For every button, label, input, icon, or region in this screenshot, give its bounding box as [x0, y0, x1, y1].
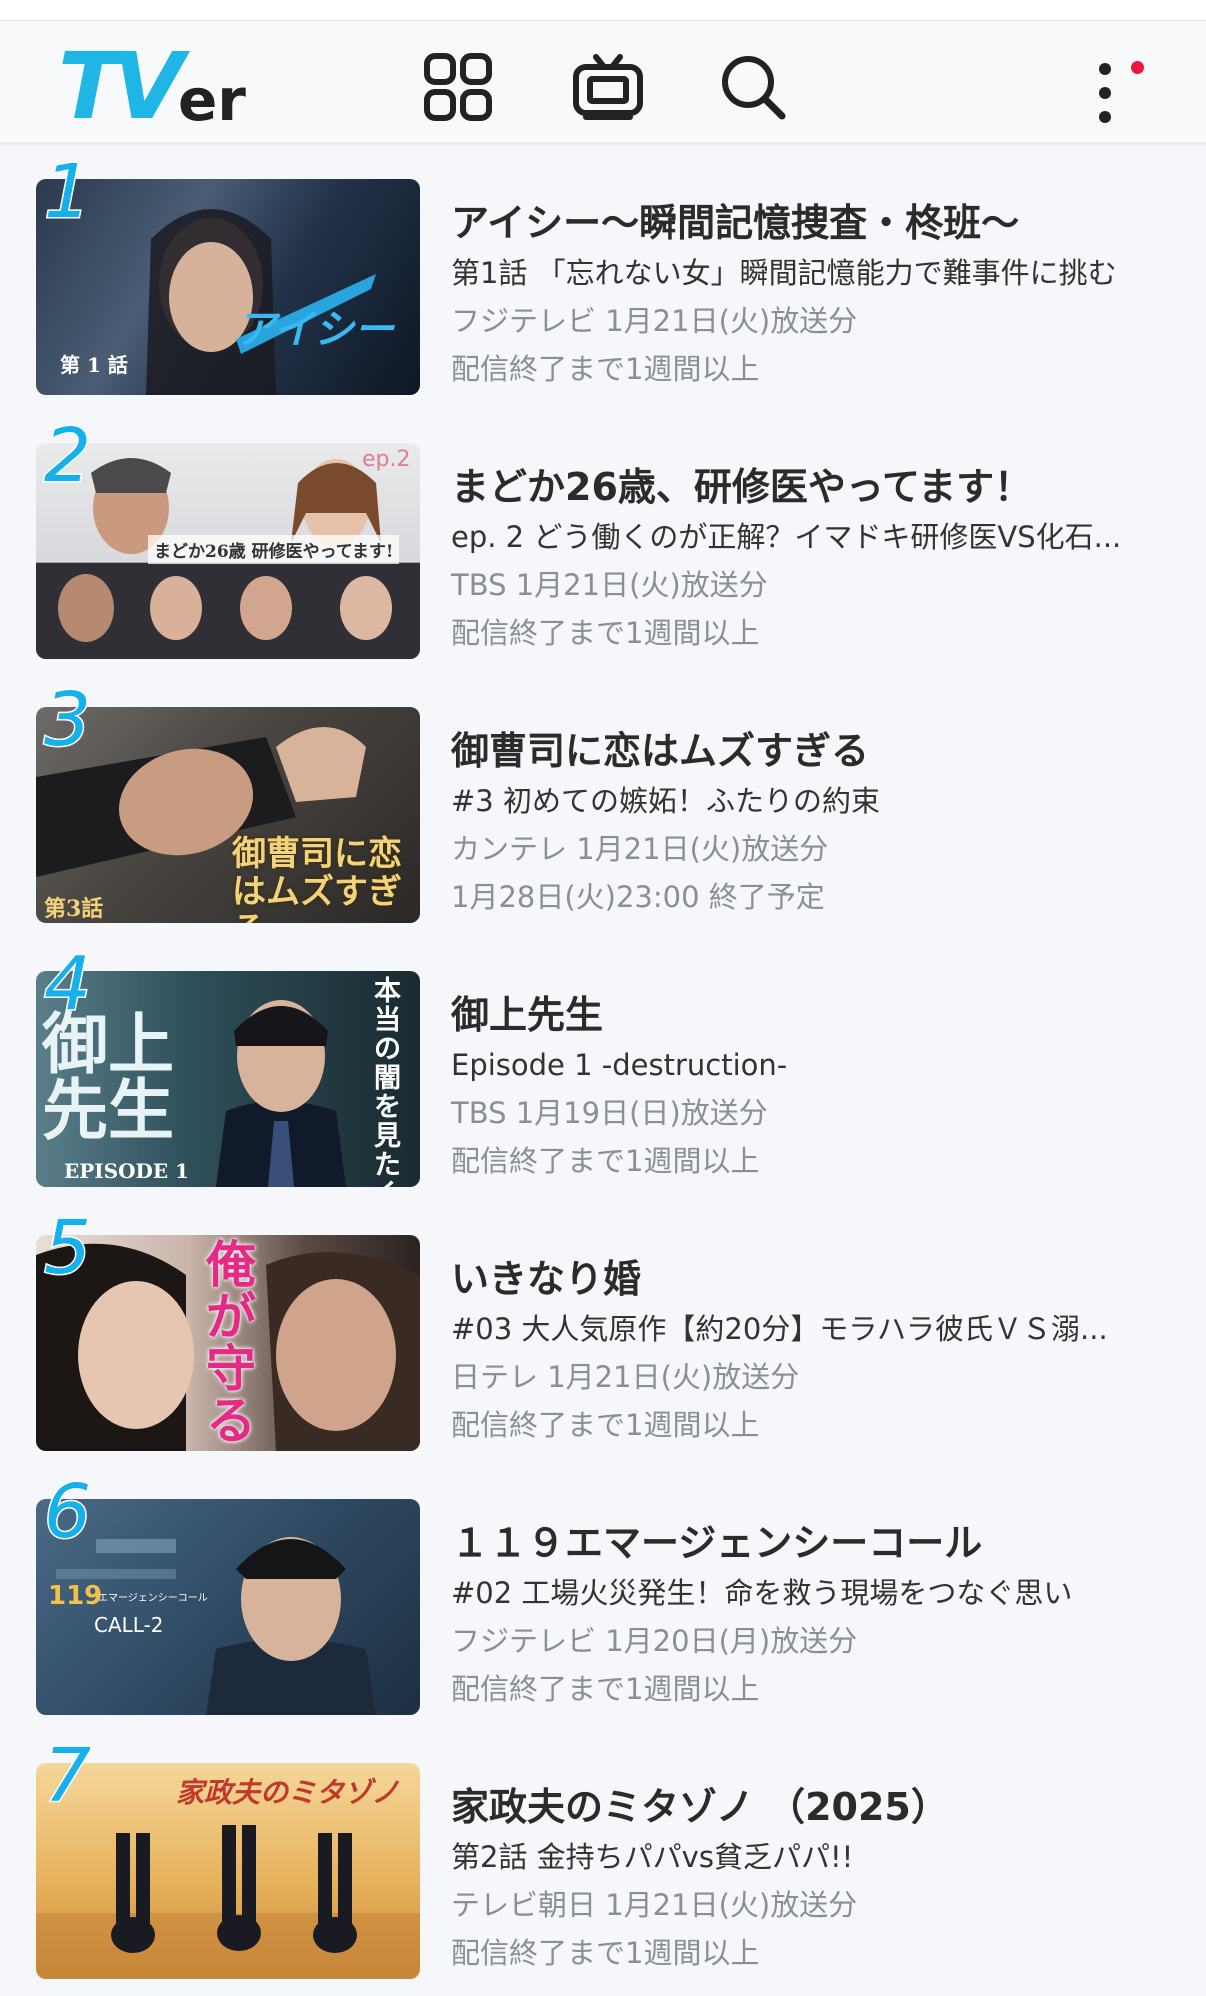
rank-number: 7 — [42, 1733, 92, 1819]
availability-info: 配信終了まで1週間以上 — [451, 616, 760, 650]
item-title[interactable]: 御上先生 — [451, 989, 1171, 1041]
ranking-item[interactable]: 119 エマージェンシーコール CALL-2 6 １１９エマージェンシーコール … — [0, 1467, 1206, 1731]
item-info: アイシー〜瞬間記憶捜査・柊班〜 第1話 「忘れない女」瞬間記憶能力で難事件に挑む… — [451, 197, 1171, 393]
rank-number: 6 — [42, 1469, 92, 1555]
broadcast-info: 日テレ 1月21日(火)放送分 — [451, 1360, 800, 1394]
broadcast-info: フジテレビ 1月20日(月)放送分 — [451, 1624, 858, 1658]
episode-subtitle: #3 初めての嫉妬！ふたりの約束 — [451, 784, 880, 818]
availability-info: 配信終了まで1週間以上 — [451, 352, 760, 386]
item-title[interactable]: アイシー〜瞬間記憶捜査・柊班〜 — [451, 197, 1171, 249]
thumbnail[interactable]: 119 エマージェンシーコール CALL-2 — [36, 1499, 420, 1715]
item-info: 御曹司に恋はムズすぎる #3 初めての嫉妬！ふたりの約束 カンテレ 1月21日(… — [451, 725, 1171, 921]
thumbnail-caption: 家政夫のミタゾノ — [176, 1776, 400, 1809]
thumbnail[interactable]: 御曹司に恋はムズすぎる 第3話 — [36, 707, 420, 923]
thumbnail-caption: 御曹司に恋はムズすぎる — [232, 834, 402, 923]
tv-icon[interactable] — [570, 49, 646, 125]
thumbnail[interactable]: まどか26歳 研修医やってます! ep.2 — [36, 443, 420, 659]
episode-badge: ep.2 — [362, 447, 411, 472]
thumbnail-subcaption: エマージェンシーコール — [98, 1593, 208, 1604]
logo-er-text: er — [177, 66, 246, 134]
thumbnail-caption: 俺が守る — [206, 1236, 256, 1450]
availability-info: 1月28日(火)23:00 終了予定 — [451, 880, 825, 914]
broadcast-info: TBS 1月21日(火)放送分 — [451, 568, 768, 602]
ranking-item[interactable]: 第 1 話 アイシー 1 アイシー〜瞬間記憶捜査・柊班〜 第1話 「忘れない女」… — [0, 147, 1206, 411]
item-title[interactable]: 家政夫のミタゾノ （2025） — [451, 1781, 1171, 1833]
ranking-item[interactable]: 御上先生 EPISODE 1 本当の闇を見たくないか？ 4 御上先生 Episo… — [0, 939, 1206, 1203]
ranking-item[interactable]: 俺が守る 5 いきなり婚 #03 大人気原作【約20分】モラハラ彼氏ＶＳ溺...… — [0, 1203, 1206, 1467]
thumbnail[interactable]: 俺が守る — [36, 1235, 420, 1451]
rank-number: 5 — [42, 1205, 92, 1291]
item-title[interactable]: まどか26歳、研修医やってます！ — [451, 461, 1171, 513]
notification-dot — [1131, 61, 1144, 74]
grid-icon[interactable] — [420, 49, 496, 125]
episode-subtitle: 第2話 金持ちパパvs貧乏パパ!! — [451, 1840, 854, 1874]
tver-logo[interactable]: TV er — [58, 33, 246, 133]
availability-info: 配信終了まで1週間以上 — [451, 1936, 760, 1970]
broadcast-info: TBS 1月19日(日)放送分 — [451, 1096, 768, 1130]
thumbnail-caption: 119 — [48, 1581, 103, 1611]
item-info: １１９エマージェンシーコール #02 工場火災発生！命を救う現場をつなぐ思い フ… — [451, 1517, 1171, 1713]
broadcast-info: フジテレビ 1月21日(火)放送分 — [451, 304, 858, 338]
ranking-item[interactable]: 家政夫のミタゾノ 7 家政夫のミタゾノ （2025） 第2話 金持ちパパvs貧乏… — [0, 1731, 1206, 1995]
rank-number: 3 — [42, 677, 92, 763]
item-title[interactable]: １１９エマージェンシーコール — [451, 1517, 1171, 1569]
thumbnail[interactable]: 家政夫のミタゾノ — [36, 1763, 420, 1979]
item-info: まどか26歳、研修医やってます！ ep. 2 どう働くのが正解？イマドキ研修医V… — [451, 461, 1171, 657]
thumbnail[interactable]: 御上先生 EPISODE 1 本当の闇を見たくないか？ — [36, 971, 420, 1187]
thumbnail-caption: 第 1 話 — [60, 353, 128, 377]
rank-number: 1 — [42, 149, 92, 235]
item-title[interactable]: 御曹司に恋はムズすぎる — [451, 725, 1171, 777]
episode-subtitle: #02 工場火災発生！命を救う現場をつなぐ思い — [451, 1576, 1073, 1610]
broadcast-info: カンテレ 1月21日(火)放送分 — [451, 832, 829, 866]
episode-badge: CALL-2 — [94, 1613, 164, 1637]
thumbnail-caption: まどか26歳 研修医やってます! — [148, 535, 400, 564]
logo-tv-text: TV — [58, 33, 184, 140]
thumbnail-caption: 御上先生 — [42, 1005, 174, 1149]
app-header: TV er — [0, 21, 1206, 145]
ranking-item[interactable]: まどか26歳 研修医やってます! ep.2 2 まどか26歳、研修医やってます！… — [0, 411, 1206, 675]
episode-badge: EPISODE 1 — [64, 1159, 189, 1183]
thumbnail[interactable]: 第 1 話 アイシー — [36, 179, 420, 395]
availability-info: 配信終了まで1週間以上 — [451, 1144, 760, 1178]
item-info: 家政夫のミタゾノ （2025） 第2話 金持ちパパvs貧乏パパ!! テレビ朝日 … — [451, 1781, 1171, 1977]
episode-subtitle: Episode 1 -destruction- — [451, 1048, 788, 1082]
item-title[interactable]: いきなり婚 — [451, 1253, 1171, 1305]
more-vertical-icon[interactable] — [1080, 51, 1130, 131]
episode-subtitle: 第1話 「忘れない女」瞬間記憶能力で難事件に挑む — [451, 256, 1117, 290]
availability-info: 配信終了まで1週間以上 — [451, 1408, 760, 1442]
vertical-tagline: 本当の闇を見たくないか？ — [374, 976, 401, 1187]
episode-badge: 第3話 — [44, 896, 104, 922]
ranking-item[interactable]: 御曹司に恋はムズすぎる 第3話 3 御曹司に恋はムズすぎる #3 初めての嫉妬！… — [0, 675, 1206, 939]
item-info: 御上先生 Episode 1 -destruction- TBS 1月19日(日… — [451, 989, 1171, 1185]
episode-subtitle: ep. 2 どう働くのが正解？イマドキ研修医VS化石... — [451, 520, 1122, 554]
broadcast-info: テレビ朝日 1月21日(火)放送分 — [451, 1888, 858, 1922]
thumbnail-logo: アイシー — [236, 306, 394, 353]
availability-info: 配信終了まで1週間以上 — [451, 1672, 760, 1706]
episode-subtitle: #03 大人気原作【約20分】モラハラ彼氏ＶＳ溺... — [451, 1312, 1108, 1346]
search-icon[interactable] — [715, 49, 791, 125]
rank-number: 4 — [42, 941, 92, 1027]
item-info: いきなり婚 #03 大人気原作【約20分】モラハラ彼氏ＶＳ溺... 日テレ 1月… — [451, 1253, 1171, 1449]
status-strip — [0, 0, 1206, 21]
rank-number: 2 — [42, 413, 92, 499]
